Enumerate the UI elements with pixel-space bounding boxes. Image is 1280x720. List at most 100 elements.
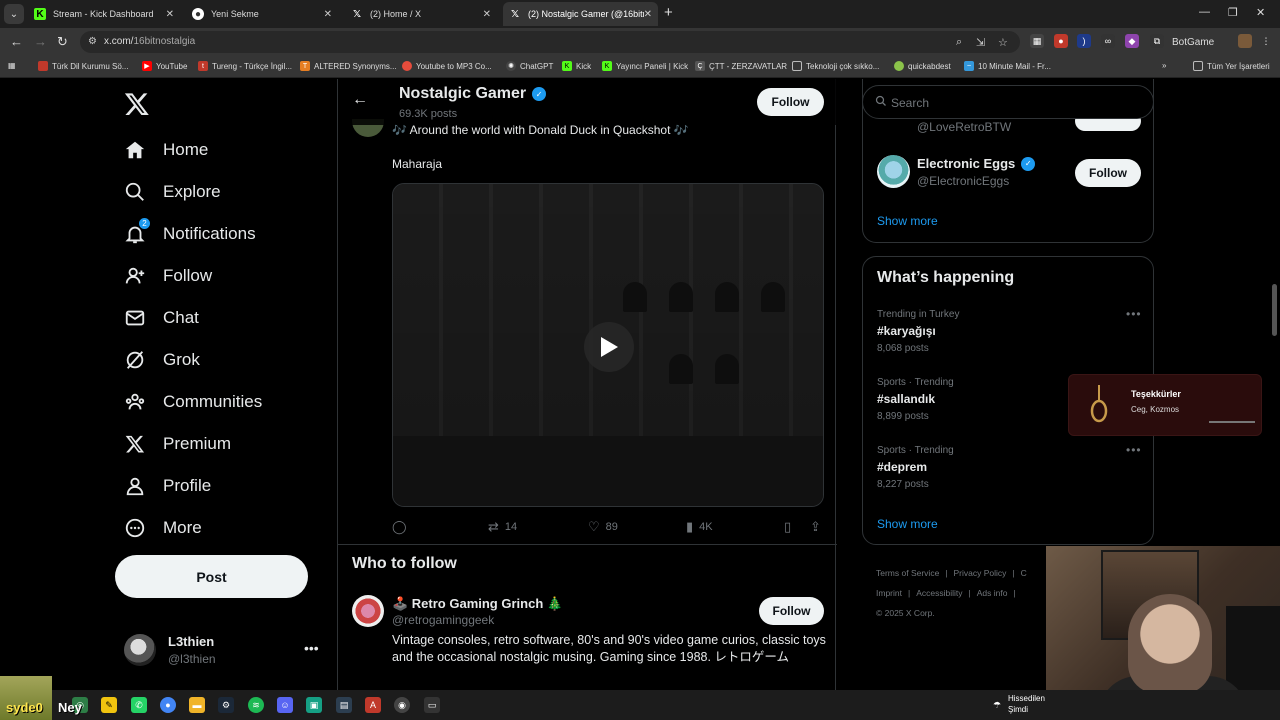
sidebar-item-communities[interactable]: Communities	[124, 391, 262, 413]
avatar[interactable]	[877, 155, 910, 188]
bookmark-item[interactable]: K Kick	[562, 61, 591, 71]
sidebar-item-notifications[interactable]: 2 Notifications	[124, 217, 256, 245]
sidebar-item-follow[interactable]: Follow	[124, 265, 212, 287]
tab-new-tab[interactable]: ● Yeni Sekme ✕	[186, 2, 338, 26]
bookmark-item[interactable]: K Yayıncı Paneli | Kick	[602, 61, 688, 71]
footer-link[interactable]: C	[1021, 568, 1027, 578]
minimize-button[interactable]: —	[1199, 6, 1210, 18]
bookmark-item[interactable]: Teknoloji çok sıkko...	[792, 61, 879, 71]
suggested-user-handle[interactable]: @ElectronicEggs	[917, 174, 1009, 188]
show-more-link[interactable]: Show more	[877, 517, 938, 531]
maximize-button[interactable]: ❐	[1228, 6, 1238, 19]
video-player[interactable]	[392, 183, 824, 507]
bookmark-item[interactable]: ~10 Minute Mail - Fr...	[964, 61, 1051, 71]
footer-link[interactable]: Imprint	[876, 588, 902, 598]
sidebar-item-grok[interactable]: Grok	[124, 349, 200, 371]
follow-button[interactable]: Follow	[759, 597, 824, 625]
chrome-icon[interactable]: ●	[160, 697, 176, 713]
discord-icon[interactable]: ☺	[277, 697, 293, 713]
show-more-link[interactable]: Show more	[877, 214, 938, 228]
menu-icon[interactable]: ⋮	[1259, 34, 1273, 48]
views-button[interactable]: ▮ 4K	[686, 519, 713, 535]
zoom-icon[interactable]: ⌕	[956, 36, 962, 49]
extension-icon[interactable]: )	[1077, 34, 1091, 48]
more-bookmarks-icon[interactable]: »	[1162, 61, 1166, 70]
follow-button[interactable]: Follow	[757, 88, 824, 116]
new-tab-button[interactable]: +	[664, 4, 673, 21]
footer-link[interactable]: Terms of Service	[876, 568, 939, 578]
app-icon[interactable]: ▤	[336, 697, 352, 713]
suggested-user-name[interactable]: Electronic Eggs ✓	[917, 156, 1036, 171]
bookmark-item[interactable]: t Tureng - Türkçe İngil...	[198, 61, 292, 71]
install-icon[interactable]: ⇲	[976, 36, 985, 49]
bookmark-item[interactable]: Ç ÇTT - ZERZAVATLAR	[695, 61, 787, 71]
folder-icon[interactable]: ▬	[189, 697, 205, 713]
puzzle-icon[interactable]: ⧉	[1150, 34, 1164, 48]
more-horizontal-icon[interactable]: •••	[1126, 443, 1142, 457]
steam-icon[interactable]: ⚙	[218, 697, 234, 713]
footer-link[interactable]: Privacy Policy	[954, 568, 1007, 578]
tab-home-x[interactable]: 𝕏 (2) Home / X ✕	[345, 2, 497, 26]
site-info-icon[interactable]: ⚙	[88, 36, 100, 48]
footer-link[interactable]: Ads info	[977, 588, 1008, 598]
obs-icon[interactable]: ◉	[394, 697, 410, 713]
bookmark-item[interactable]: ✺ ChatGPT	[506, 61, 553, 71]
reply-button[interactable]: ◯	[392, 519, 413, 535]
avatar[interactable]	[352, 595, 384, 627]
reload-button[interactable]: ↻	[57, 34, 68, 50]
tab-kick-dashboard[interactable]: K Stream - Kick Dashboard ✕	[28, 2, 180, 26]
footer-link[interactable]: Accessibility	[916, 588, 962, 598]
bookmark-button[interactable]: ▯	[784, 519, 797, 535]
extension-icon[interactable]: ◆	[1125, 34, 1139, 48]
tab-search-button[interactable]: ⌄	[4, 4, 24, 24]
app-icon[interactable]: ▣	[306, 697, 322, 713]
sidebar-item-more[interactable]: More	[124, 517, 202, 539]
sidebar-item-chat[interactable]: Chat	[124, 307, 199, 329]
scrollbar-thumb[interactable]	[1272, 284, 1277, 336]
sidebar-item-profile[interactable]: Profile	[124, 475, 211, 497]
x-logo-icon[interactable]	[124, 91, 150, 117]
bookmark-item[interactable]: ▶ YouTube	[142, 61, 187, 71]
suggested-user-name[interactable]: 🕹️ Retro Gaming Grinch 🎄	[392, 596, 563, 612]
search-input[interactable]: Search	[862, 85, 1154, 119]
post-button[interactable]: Post	[115, 555, 308, 598]
back-arrow-icon[interactable]: ←	[352, 91, 368, 109]
close-window-button[interactable]: ✕	[1256, 6, 1265, 19]
close-icon[interactable]: ✕	[483, 9, 491, 20]
like-button[interactable]: ♡ 89	[588, 519, 618, 535]
taskbar-weather[interactable]: Hissedilen Şimdi	[1008, 693, 1045, 715]
share-button[interactable]: ⇪	[810, 519, 827, 535]
spotify-icon[interactable]: ≋	[248, 697, 264, 713]
suggested-user-handle[interactable]: @retrogaminggeek	[392, 613, 494, 627]
all-bookmarks[interactable]: Tüm Yer İşaretleri	[1193, 61, 1270, 71]
repost-button[interactable]: ⇄ 14	[488, 519, 517, 535]
bookmark-star-icon[interactable]: ☆	[998, 36, 1008, 49]
extension-icon[interactable]: ∞	[1101, 34, 1115, 48]
avatar[interactable]	[1238, 34, 1252, 48]
apps-icon[interactable]: ▦	[8, 61, 16, 70]
address-bar[interactable]: ⚙ x.com/16bitnostalgia ⌕ ⇲ ☆	[80, 31, 1020, 53]
sidebar-item-premium[interactable]: Premium	[124, 433, 231, 455]
follow-button[interactable]: Follow	[1075, 159, 1141, 187]
sidebar-item-home[interactable]: Home	[124, 139, 208, 161]
more-horizontal-icon[interactable]: •••	[1126, 307, 1142, 321]
bookmark-item[interactable]: Youtube to MP3 Co...	[402, 61, 492, 71]
whatsapp-icon[interactable]: ✆	[131, 697, 147, 713]
back-button[interactable]: ←	[10, 34, 23, 49]
bookmark-item[interactable]: Türk Dil Kurumu Sö...	[38, 61, 128, 71]
sidebar-item-explore[interactable]: Explore	[124, 181, 221, 203]
close-icon[interactable]: ✕	[166, 9, 174, 20]
suggested-user-handle[interactable]: @LoveRetroBTW	[917, 120, 1011, 134]
account-switcher[interactable]: L3thien @l3thien •••	[124, 632, 324, 668]
extension-icon[interactable]: ▦	[1030, 34, 1044, 48]
forward-button[interactable]: →	[34, 34, 47, 49]
close-icon[interactable]: ✕	[644, 9, 652, 20]
bookmark-item[interactable]: quickabdest	[894, 61, 951, 71]
pdf-icon[interactable]: A	[365, 697, 381, 713]
play-icon[interactable]	[584, 322, 634, 372]
bookmark-item[interactable]: T ALTERED Synonyms...	[300, 61, 397, 71]
terminal-icon[interactable]: ▭	[424, 697, 440, 713]
more-horizontal-icon[interactable]: •••	[304, 640, 319, 656]
weather-icon[interactable]: ☂	[989, 697, 1005, 713]
extension-icon[interactable]: ●	[1054, 34, 1068, 48]
